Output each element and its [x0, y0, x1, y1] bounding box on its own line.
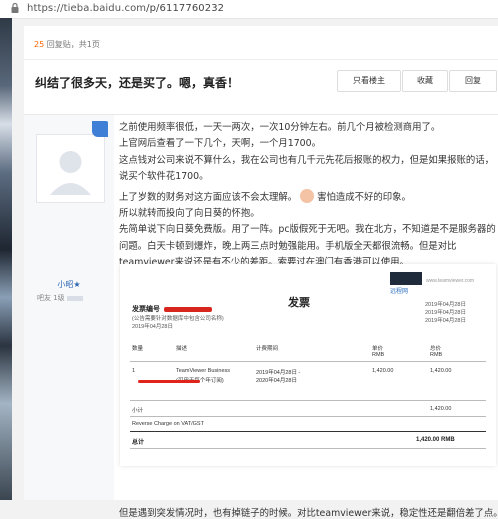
- post-line-part: 上了岁数的财务对这方面应该不会太理解。: [119, 191, 298, 203]
- invoice-site: www.teamviewer.com: [426, 278, 475, 284]
- divider: [130, 448, 486, 449]
- author-name[interactable]: 小昭★: [24, 279, 114, 290]
- divider: [130, 416, 486, 417]
- background-photo-strip: [0, 18, 12, 500]
- subtotal-value: 1,420.00: [430, 406, 452, 412]
- row-period: 2019年04月28日 -: [256, 370, 301, 376]
- url-path: /p/6117760232: [146, 3, 225, 14]
- currency: RMB: [430, 352, 443, 358]
- browser-address-bar[interactable]: https://tieba.baidu.com/p/6117760232: [0, 0, 498, 19]
- level-bar: [66, 295, 83, 301]
- thread-title: 纠结了很多天，还是买了。嗯，真香！: [35, 76, 240, 90]
- reply-label: 回复贴，共1页: [46, 40, 100, 49]
- author-badge-text: 吧友 1级: [37, 294, 65, 302]
- total-value: 1,420.00 RMB: [416, 437, 455, 443]
- invoice-sub: (公告需要针对数据库中包含公司名称): [132, 316, 224, 322]
- reply-stats: 25 回复贴，共1页: [34, 39, 100, 50]
- invoice-date: 2019年04月28日: [132, 324, 173, 330]
- author-column: 小昭★ 吧友 1级: [24, 115, 114, 500]
- favorite-button[interactable]: 收藏: [402, 70, 448, 92]
- post-content: 之前使用频率很低，一天一两次，一次10分钟左右。前几个月被检测商用了。 上官网后…: [119, 120, 497, 272]
- total-label: 总计: [132, 440, 145, 446]
- url-text[interactable]: https://tieba.baidu.com/p/6117760232: [27, 3, 224, 14]
- redaction-mark: [138, 380, 200, 383]
- post-line: 之前使用频率很低，一天一两次，一次10分钟左右。前几个月被检测商用了。: [119, 122, 441, 133]
- lock-icon: [11, 2, 19, 13]
- only-op-button[interactable]: 只看楼主: [337, 70, 401, 92]
- author-badge: 吧友 1级: [37, 293, 83, 305]
- col-qty: 数量: [132, 346, 144, 352]
- invoice-title: 发票: [288, 297, 310, 309]
- post-line: 先简单说下向日葵免费版。用了一阵。pc版假死于无吧。我在北方，不知道是不是服务器…: [119, 224, 496, 236]
- redaction-mark: [164, 306, 212, 312]
- avatar[interactable]: [36, 134, 105, 203]
- invoice-number: 发票编号: [132, 304, 212, 314]
- col-total: 总价: [430, 346, 442, 352]
- post-line: 这点钱对公司来说不算什么，我在公司也有几千元先花后报账的权力，但是如果报账的话，: [119, 154, 495, 166]
- post-line: 问题。白天卡顿到爆炸，晚上两三点时勉强能用。手机版全天都很流畅。但是对比: [119, 240, 457, 252]
- currency: RMB: [372, 352, 385, 358]
- invoice-right-date: 2019年04月28日: [425, 310, 466, 316]
- logo-image: [390, 272, 422, 285]
- invoice-right-date: 2019年04月28日: [425, 302, 466, 308]
- post-line: 上了岁数的财务对这方面应该不会太理解。 害怕造成不好的印象。: [119, 188, 497, 206]
- row-desc: TeamViewer Business: [176, 368, 231, 374]
- post-line-part: 害怕造成不好的印象。: [317, 191, 411, 203]
- invoice-right-date: 2019年04月28日: [425, 318, 466, 324]
- post-line: 所以就转而投向了向日葵的怀抱。: [119, 208, 260, 220]
- reply-button[interactable]: 回复: [449, 70, 497, 92]
- col-period: 计费期间: [256, 346, 279, 352]
- url-host: https://tieba.baidu.com: [27, 3, 147, 14]
- col-desc: 描述: [176, 346, 188, 352]
- subtotal-label: 小计: [132, 408, 144, 414]
- row-qty: 1: [132, 368, 136, 374]
- row-price: 1,420.00: [372, 368, 394, 374]
- invoice-image[interactable]: 远程网 www.teamviewer.com 发票 发票编号 (公告需要针对数据…: [120, 264, 496, 466]
- thread-title-bar: 纠结了很多天，还是买了。嗯，真香！ 只看楼主 收藏 回复: [24, 60, 498, 112]
- invoice-number-label: 发票编号: [132, 306, 160, 313]
- divider: [130, 361, 486, 362]
- reply-count: 25: [34, 40, 45, 49]
- invoice-logo: 远程网: [390, 289, 409, 295]
- divider: [130, 431, 486, 432]
- emoji-icon: [300, 188, 315, 203]
- post-line: 上官网后查看了一下几个，天啊，一个月1700。: [119, 138, 321, 150]
- col-price: 单价: [372, 346, 384, 352]
- post-line: 说买个软件花1700。: [119, 171, 209, 183]
- post-line: 但是遇到突发情况时，也有掉链子的时候。对比teamviewer来说，稳定性还是翻…: [119, 508, 498, 519]
- reverse-charge: Reverse Charge on VAT/GST: [132, 421, 204, 427]
- level-badge-icon: [92, 121, 108, 137]
- divider: [130, 400, 486, 401]
- row-period: 2020年04月28日: [256, 378, 297, 384]
- default-avatar-icon: [50, 151, 91, 195]
- row-total: 1,420.00: [430, 368, 452, 374]
